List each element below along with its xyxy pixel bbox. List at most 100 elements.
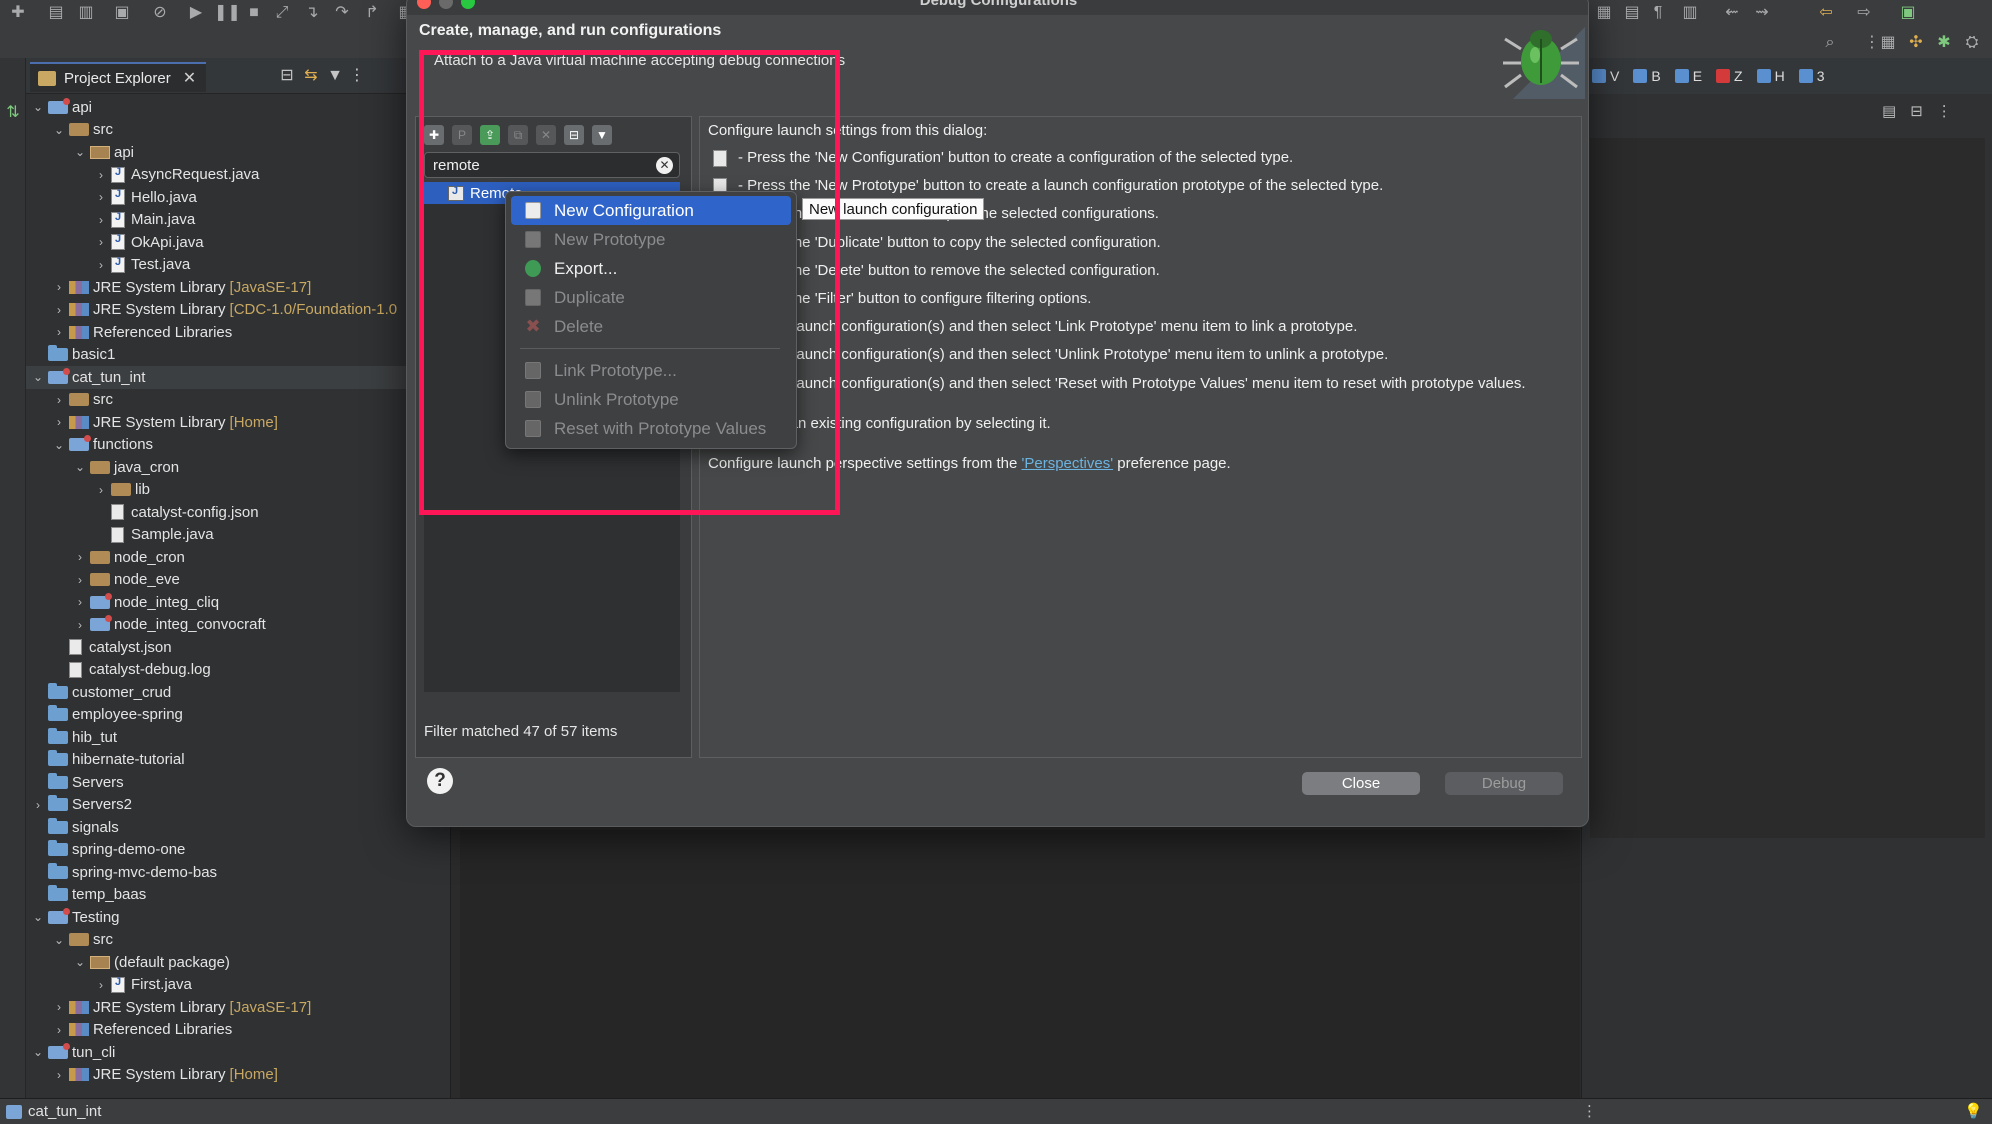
- tree-item[interactable]: Sample.java: [26, 524, 451, 547]
- view-menu-icon[interactable]: ⋮: [1937, 102, 1952, 120]
- chevron-right-icon[interactable]: ›: [93, 483, 109, 497]
- tree-item[interactable]: › node_eve: [26, 569, 451, 592]
- chevron-right-icon[interactable]: ›: [72, 618, 88, 632]
- tree-item[interactable]: spring-demo-one: [26, 839, 451, 862]
- chevron-right-icon[interactable]: ›: [72, 595, 88, 609]
- delete-icon[interactable]: ✕: [536, 125, 556, 145]
- menu-item-link-prototype[interactable]: Link Prototype...: [511, 356, 791, 385]
- tab-project-explorer[interactable]: Project Explorer ✕: [30, 62, 207, 92]
- show-type-names-icon[interactable]: ▤: [1882, 102, 1896, 120]
- chevron-down-icon[interactable]: ⌄: [30, 1045, 46, 1059]
- tree-item[interactable]: catalyst.json: [26, 636, 451, 659]
- chevron-right-icon[interactable]: ›: [93, 258, 109, 272]
- step-over-icon[interactable]: ↷: [332, 4, 352, 22]
- collapse-all-icon[interactable]: ⊟: [1910, 102, 1923, 120]
- forward-arrow-icon[interactable]: ⇨: [1854, 4, 1874, 22]
- menu-item-export[interactable]: Export...: [511, 254, 791, 283]
- menu-item-delete[interactable]: ✖ Delete: [511, 312, 791, 341]
- tree-item[interactable]: ⌄ java_cron: [26, 456, 451, 479]
- chevron-right-icon[interactable]: ›: [51, 393, 67, 407]
- java-perspective-icon[interactable]: ▦: [1878, 34, 1898, 52]
- save-all-icon[interactable]: ▥: [76, 4, 96, 22]
- chevron-right-icon[interactable]: ›: [51, 280, 67, 294]
- help-button[interactable]: ?: [427, 768, 453, 794]
- tab-more-views[interactable]: 3: [1798, 68, 1825, 84]
- debug-button[interactable]: Debug: [1445, 772, 1563, 795]
- tab-breakpoints[interactable]: B: [1633, 68, 1661, 84]
- new-configuration-icon[interactable]: ✚: [424, 125, 444, 145]
- tree-item[interactable]: › lib: [26, 479, 451, 502]
- forward-icon[interactable]: ⇝: [1752, 4, 1772, 22]
- tree-item[interactable]: ⌄ src: [26, 119, 451, 142]
- tree-item[interactable]: › Main.java: [26, 209, 451, 232]
- tree-item[interactable]: ⌄ (default package): [26, 951, 451, 974]
- toolbar-icon[interactable]: ▦: [1594, 4, 1614, 22]
- tree-item[interactable]: employee-spring: [26, 704, 451, 727]
- tree-item[interactable]: ⌄ functions: [26, 434, 451, 457]
- chevron-down-icon[interactable]: ⌄: [51, 933, 67, 947]
- chevron-right-icon[interactable]: ›: [72, 550, 88, 564]
- filter-input[interactable]: [425, 153, 645, 177]
- tab-z[interactable]: Z: [1716, 68, 1743, 84]
- chevron-down-icon[interactable]: ⌄: [30, 100, 46, 114]
- paragraph-icon[interactable]: ¶: [1648, 4, 1668, 22]
- toolbar-icon[interactable]: ▥: [1680, 4, 1700, 22]
- status-menu-icon[interactable]: ⋮: [1582, 1102, 1597, 1120]
- tree-item[interactable]: › Servers2: [26, 794, 451, 817]
- tree-item[interactable]: spring-mvc-demo-bas: [26, 861, 451, 884]
- chevron-down-icon[interactable]: ⌄: [51, 438, 67, 452]
- perspectives-link[interactable]: 'Perspectives': [1022, 455, 1114, 472]
- filter-field[interactable]: ✕: [424, 152, 680, 178]
- tree-item[interactable]: › node_cron: [26, 546, 451, 569]
- tree-item[interactable]: › Referenced Libraries: [26, 1019, 451, 1042]
- close-tab-icon[interactable]: ✕: [183, 68, 196, 88]
- new-prototype-icon[interactable]: P: [452, 125, 472, 145]
- save-icon[interactable]: ▤: [46, 4, 66, 22]
- close-button[interactable]: Close: [1302, 772, 1420, 795]
- chevron-right-icon[interactable]: ›: [51, 1000, 67, 1014]
- chevron-right-icon[interactable]: ›: [51, 415, 67, 429]
- chevron-right-icon[interactable]: ›: [51, 325, 67, 339]
- tree-item[interactable]: hib_tut: [26, 726, 451, 749]
- tip-icon[interactable]: 💡: [1964, 1102, 1983, 1120]
- tree-item[interactable]: ⌄ api: [26, 96, 451, 119]
- chevron-right-icon[interactable]: ›: [93, 978, 109, 992]
- duplicate-icon[interactable]: ⧉: [508, 125, 528, 145]
- chevron-right-icon[interactable]: ›: [93, 168, 109, 182]
- menu-item-new-prototype[interactable]: New Prototype: [511, 225, 791, 254]
- tree-item[interactable]: basic1: [26, 344, 451, 367]
- tree-item[interactable]: › node_integ_convocraft: [26, 614, 451, 637]
- step-into-icon[interactable]: ↴: [302, 4, 322, 22]
- view-menu-icon[interactable]: ⋮: [346, 66, 368, 86]
- menu-item-unlink-prototype[interactable]: Unlink Prototype: [511, 385, 791, 414]
- tree-item[interactable]: ⌄ cat_tun_int: [26, 366, 451, 389]
- chevron-right-icon[interactable]: ›: [51, 1023, 67, 1037]
- terminal-icon[interactable]: ▣: [112, 4, 132, 22]
- tree-item[interactable]: Servers: [26, 771, 451, 794]
- chevron-right-icon[interactable]: ›: [93, 235, 109, 249]
- chevron-right-icon[interactable]: ›: [51, 1068, 67, 1082]
- tree-item[interactable]: › src: [26, 389, 451, 412]
- tree-item[interactable]: ⌄ Testing: [26, 906, 451, 929]
- tree-item[interactable]: › OkApi.java: [26, 231, 451, 254]
- tree-item[interactable]: hibernate-tutorial: [26, 749, 451, 772]
- link-with-editor-icon[interactable]: ⇆: [300, 66, 322, 86]
- minimized-view-icon[interactable]: ⇅: [3, 104, 23, 122]
- tab-expressions[interactable]: E: [1674, 68, 1702, 84]
- chevron-down-icon[interactable]: ⌄: [51, 123, 67, 137]
- tab-h[interactable]: H: [1756, 68, 1785, 84]
- tree-item[interactable]: › AsyncRequest.java: [26, 164, 451, 187]
- resume-icon[interactable]: ▶: [186, 4, 206, 22]
- chevron-down-icon[interactable]: ⌄: [72, 955, 88, 969]
- tree-item[interactable]: catalyst-config.json: [26, 501, 451, 524]
- chevron-down-icon[interactable]: ⌄: [30, 910, 46, 924]
- git-perspective-icon[interactable]: ✣: [1906, 34, 1926, 52]
- tree-item[interactable]: › node_integ_cliq: [26, 591, 451, 614]
- debug-perspective-icon[interactable]: ✱: [1934, 34, 1954, 52]
- disconnect-icon[interactable]: ⤢: [272, 4, 292, 22]
- perspective-icon[interactable]: ⛭: [1962, 34, 1982, 52]
- collapse-all-icon[interactable]: ⊟: [564, 125, 584, 145]
- clear-filter-icon[interactable]: ✕: [656, 157, 673, 174]
- tree-item[interactable]: customer_crud: [26, 681, 451, 704]
- new-icon[interactable]: ✚: [8, 4, 28, 22]
